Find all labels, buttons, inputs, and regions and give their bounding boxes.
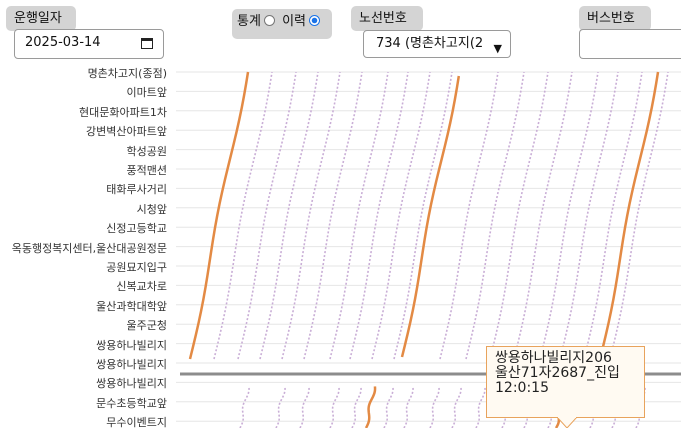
- trip-line[interactable]: [349, 71, 409, 360]
- chevron-down-icon: ▼: [493, 42, 502, 55]
- highlighted-trip-line[interactable]: [364, 386, 377, 428]
- bus-timeline-chart: 명촌차고지(종점) 이마트앞현대문화아파트1차강변벽산아파트앞학성공원풍적맨션태화…: [0, 50, 681, 428]
- calendar-icon[interactable]: [141, 38, 153, 49]
- route-value: 734 (명촌차고지(2: [376, 36, 484, 51]
- filter-bar: 운행일자 2025-03-14 통계 이력 노선번호 734 (명촌차고지(2 …: [0, 0, 681, 59]
- route-select[interactable]: 734 (명촌차고지(2 ▼: [363, 30, 511, 58]
- mode-selector: 통계 이력: [232, 9, 332, 39]
- history-radio[interactable]: [308, 15, 320, 26]
- stop-label: 문수초등학교앞: [96, 396, 167, 410]
- trip-line[interactable]: [475, 386, 486, 428]
- trip-line[interactable]: [403, 386, 414, 428]
- trip-line[interactable]: [583, 71, 643, 360]
- stop-label: 쌍용하나빌리지: [96, 377, 167, 391]
- stop-label: 풍적맨션: [126, 164, 167, 177]
- tooltip-pointer: [557, 417, 577, 428]
- date-label: 운행일자: [6, 6, 76, 31]
- stop-label: 강변벽산아파트앞: [86, 125, 167, 139]
- stop-label: 쌍용하나빌리지: [96, 338, 167, 352]
- stop-label: 울주군청: [126, 319, 167, 333]
- stats-radio[interactable]: [263, 15, 275, 26]
- stop-label: 신정고등학교: [106, 222, 167, 236]
- trip-line[interactable]: [451, 386, 462, 428]
- highlighted-trip-line[interactable]: [188, 71, 250, 360]
- trip-line[interactable]: [213, 71, 273, 360]
- stop-label: 신복교차로: [116, 280, 167, 294]
- trip-line[interactable]: [465, 71, 525, 360]
- tooltip-stop: 쌍용하나빌리지206: [495, 350, 612, 366]
- stop-label: 무수이벤트지: [106, 416, 167, 428]
- stop-label: 이마트앞: [126, 86, 167, 100]
- trip-line[interactable]: [237, 71, 297, 360]
- stop-label: 시청앞: [136, 202, 167, 216]
- tooltip: 쌍용하나빌리지206 울산71자2687_진입 12:0:15: [486, 346, 645, 428]
- trip-line[interactable]: [513, 71, 573, 360]
- bus-input[interactable]: [579, 29, 681, 59]
- trip-line[interactable]: [539, 71, 599, 360]
- trip-line[interactable]: [351, 386, 362, 428]
- stop-label: 울산과학대학앞: [96, 299, 167, 313]
- trip-line[interactable]: [383, 386, 394, 428]
- stop-label: 쌍용하나빌리지: [96, 358, 167, 371]
- trip-line[interactable]: [239, 386, 250, 428]
- stop-label: 현대문화아파트1차: [79, 105, 167, 119]
- stop-label: 학성공원: [126, 144, 167, 158]
- stop-label: 공원묘지입구: [106, 261, 167, 274]
- highlighted-trip-line[interactable]: [598, 71, 660, 360]
- tooltip-bus: 울산71자2687_진입: [495, 365, 620, 381]
- trip-line[interactable]: [439, 71, 499, 360]
- trip-line[interactable]: [429, 386, 440, 428]
- trip-line[interactable]: [275, 386, 286, 428]
- stop-label: 태화루사거리: [106, 183, 167, 197]
- stop-label: 옥동행정복지센터,울산대공원정문: [11, 241, 167, 255]
- stats-label: 통계: [237, 14, 261, 29]
- trip-line[interactable]: [329, 71, 389, 360]
- route-label: 노선번호: [351, 6, 423, 31]
- stop-label: 명촌차고지(종점): [87, 67, 167, 80]
- trip-line[interactable]: [329, 386, 340, 428]
- date-value: 2025-03-14: [25, 35, 101, 50]
- trip-line[interactable]: [489, 71, 549, 360]
- history-label: 이력: [282, 14, 306, 29]
- date-input[interactable]: 2025-03-14: [14, 29, 164, 59]
- tooltip-time: 12:0:15: [495, 380, 549, 396]
- trip-line[interactable]: [609, 71, 669, 360]
- trip-line[interactable]: [299, 386, 310, 428]
- bus-label: 버스번호: [579, 6, 651, 31]
